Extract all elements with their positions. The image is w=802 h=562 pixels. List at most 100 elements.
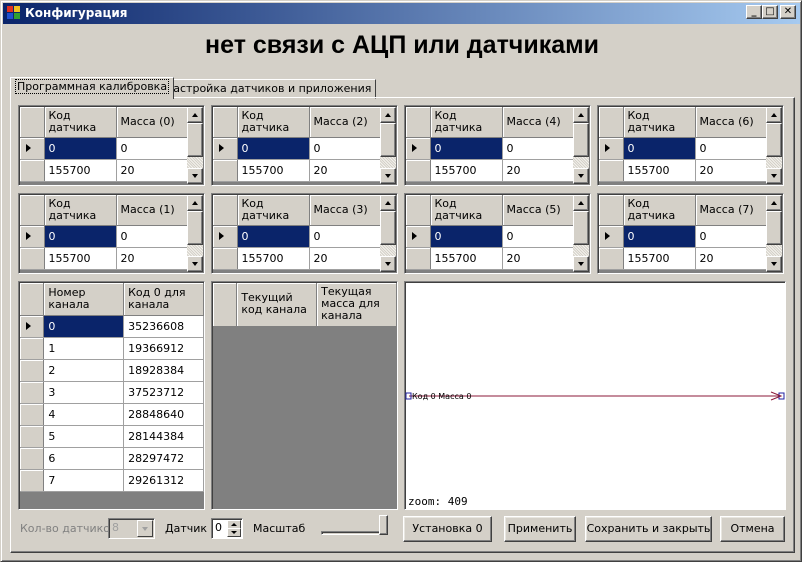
- channel-number-cell[interactable]: 3: [43, 381, 125, 404]
- vertical-scrollbar[interactable]: [187, 107, 203, 184]
- column-header-sensor-code[interactable]: Код датчика: [237, 107, 310, 138]
- row-header[interactable]: [20, 159, 45, 182]
- sensor-code-cell[interactable]: 0: [430, 225, 503, 248]
- sensor-code-cell[interactable]: 0: [44, 225, 117, 248]
- row-header[interactable]: [406, 247, 431, 270]
- sensor-code-cell[interactable]: 155700: [623, 247, 696, 270]
- mass-cell[interactable]: 0: [502, 137, 575, 160]
- row-header[interactable]: [406, 225, 431, 248]
- table-row[interactable]: 5 28144384: [20, 425, 204, 448]
- mass-cell[interactable]: 0: [309, 225, 382, 248]
- cancel-button[interactable]: Отмена: [720, 516, 785, 542]
- row-header[interactable]: [20, 247, 45, 270]
- channel-zero-code-cell[interactable]: 28297472: [123, 447, 204, 470]
- vertical-scrollbar[interactable]: [573, 107, 589, 184]
- sensor-code-cell[interactable]: 0: [237, 225, 310, 248]
- sensor-code-cell[interactable]: 155700: [44, 247, 117, 270]
- chevron-down-icon[interactable]: [137, 520, 153, 537]
- row-header[interactable]: [406, 137, 431, 160]
- vertical-scrollbar[interactable]: [573, 195, 589, 272]
- column-header-sensor-code[interactable]: Код датчика: [237, 195, 310, 226]
- channel-zero-code-cell[interactable]: 35236608: [123, 315, 204, 338]
- channel-number-cell[interactable]: 7: [43, 469, 125, 492]
- sensor-code-cell[interactable]: 155700: [237, 159, 310, 182]
- sensor-code-cell[interactable]: 0: [623, 225, 696, 248]
- mass-cell[interactable]: 20: [502, 247, 575, 270]
- sensor-code-cell[interactable]: 0: [623, 137, 696, 160]
- scroll-up-icon[interactable]: [766, 107, 782, 123]
- mass-cell[interactable]: 20: [116, 159, 189, 182]
- scale-slider-track[interactable]: [321, 531, 385, 535]
- sensor-code-cell[interactable]: 0: [44, 137, 117, 160]
- sensor-code-cell[interactable]: 0: [430, 137, 503, 160]
- row-header[interactable]: [20, 315, 45, 338]
- sensor-code-cell[interactable]: 155700: [623, 159, 696, 182]
- mass-cell[interactable]: 0: [116, 225, 189, 248]
- column-header-sensor-code[interactable]: Код датчика: [623, 195, 696, 226]
- scroll-down-icon[interactable]: [187, 168, 203, 184]
- mass-cell[interactable]: 20: [309, 159, 382, 182]
- row-header[interactable]: [20, 381, 45, 404]
- row-header[interactable]: [20, 469, 45, 492]
- mass-cell[interactable]: 20: [695, 159, 768, 182]
- channel-number-cell[interactable]: 0: [43, 315, 125, 338]
- column-header-mass[interactable]: Масса (6): [695, 107, 768, 138]
- channel-zero-code-cell[interactable]: 29261312: [123, 469, 204, 492]
- scroll-thumb[interactable]: [380, 123, 396, 157]
- title-bar[interactable]: Конфигурация: [3, 3, 800, 24]
- row-header[interactable]: [213, 159, 238, 182]
- channel-number-cell[interactable]: 5: [43, 425, 125, 448]
- tab-sensor-settings[interactable]: Настройка датчиков и приложения: [160, 79, 377, 99]
- scroll-down-icon[interactable]: [187, 256, 203, 272]
- vertical-scrollbar[interactable]: [766, 195, 782, 272]
- column-header-mass[interactable]: Масса (4): [502, 107, 575, 138]
- channel-number-cell[interactable]: 6: [43, 447, 125, 470]
- column-header-sensor-code[interactable]: Код датчика: [430, 107, 503, 138]
- row-header[interactable]: [406, 159, 431, 182]
- sensor-code-cell[interactable]: 155700: [44, 159, 117, 182]
- row-header[interactable]: [20, 137, 45, 160]
- table-row[interactable]: 7 29261312: [20, 469, 204, 492]
- row-header[interactable]: [599, 247, 624, 270]
- table-row[interactable]: 1 19366912: [20, 337, 204, 360]
- row-header[interactable]: [213, 137, 238, 160]
- spin-down-icon[interactable]: [227, 528, 241, 537]
- vertical-scrollbar[interactable]: [380, 195, 396, 272]
- scroll-up-icon[interactable]: [380, 107, 396, 123]
- column-header-sensor-code[interactable]: Код датчика: [44, 195, 117, 226]
- mass-cell[interactable]: 20: [309, 247, 382, 270]
- apply-button[interactable]: Применить: [504, 516, 576, 542]
- maximize-button[interactable]: □: [762, 5, 778, 19]
- save-and-close-button[interactable]: Сохранить и закрыть: [585, 516, 712, 542]
- scroll-down-icon[interactable]: [573, 168, 589, 184]
- channel-zero-code-cell[interactable]: 28848640: [123, 403, 204, 426]
- vertical-scrollbar[interactable]: [187, 195, 203, 272]
- column-header-mass[interactable]: Масса (3): [309, 195, 382, 226]
- row-header[interactable]: [20, 403, 45, 426]
- scroll-down-icon[interactable]: [766, 256, 782, 272]
- column-header-channel-number[interactable]: Номер канала: [43, 283, 125, 316]
- sensor-code-cell[interactable]: 0: [237, 137, 310, 160]
- mass-cell[interactable]: 20: [116, 247, 189, 270]
- mass-cell[interactable]: 20: [695, 247, 768, 270]
- sensor-code-cell[interactable]: 155700: [237, 247, 310, 270]
- vertical-scrollbar[interactable]: [766, 107, 782, 184]
- sensor-code-cell[interactable]: 155700: [430, 247, 503, 270]
- channel-zero-code-cell[interactable]: 37523712: [123, 381, 204, 404]
- column-header-sensor-code[interactable]: Код датчика: [44, 107, 117, 138]
- scroll-down-icon[interactable]: [766, 168, 782, 184]
- minimize-button[interactable]: _: [746, 5, 762, 19]
- table-row[interactable]: 2 18928384: [20, 359, 204, 382]
- sensor-spinner[interactable]: 0: [211, 518, 243, 539]
- table-row[interactable]: 6 28297472: [20, 447, 204, 470]
- channel-zero-code-cell[interactable]: 18928384: [123, 359, 204, 382]
- scroll-thumb[interactable]: [766, 211, 782, 245]
- row-header[interactable]: [599, 137, 624, 160]
- mass-cell[interactable]: 0: [116, 137, 189, 160]
- row-header[interactable]: [599, 225, 624, 248]
- mass-cell[interactable]: 0: [695, 225, 768, 248]
- row-header[interactable]: [20, 425, 45, 448]
- scroll-up-icon[interactable]: [187, 195, 203, 211]
- column-header-sensor-code[interactable]: Код датчика: [430, 195, 503, 226]
- channel-zero-code-cell[interactable]: 19366912: [123, 337, 204, 360]
